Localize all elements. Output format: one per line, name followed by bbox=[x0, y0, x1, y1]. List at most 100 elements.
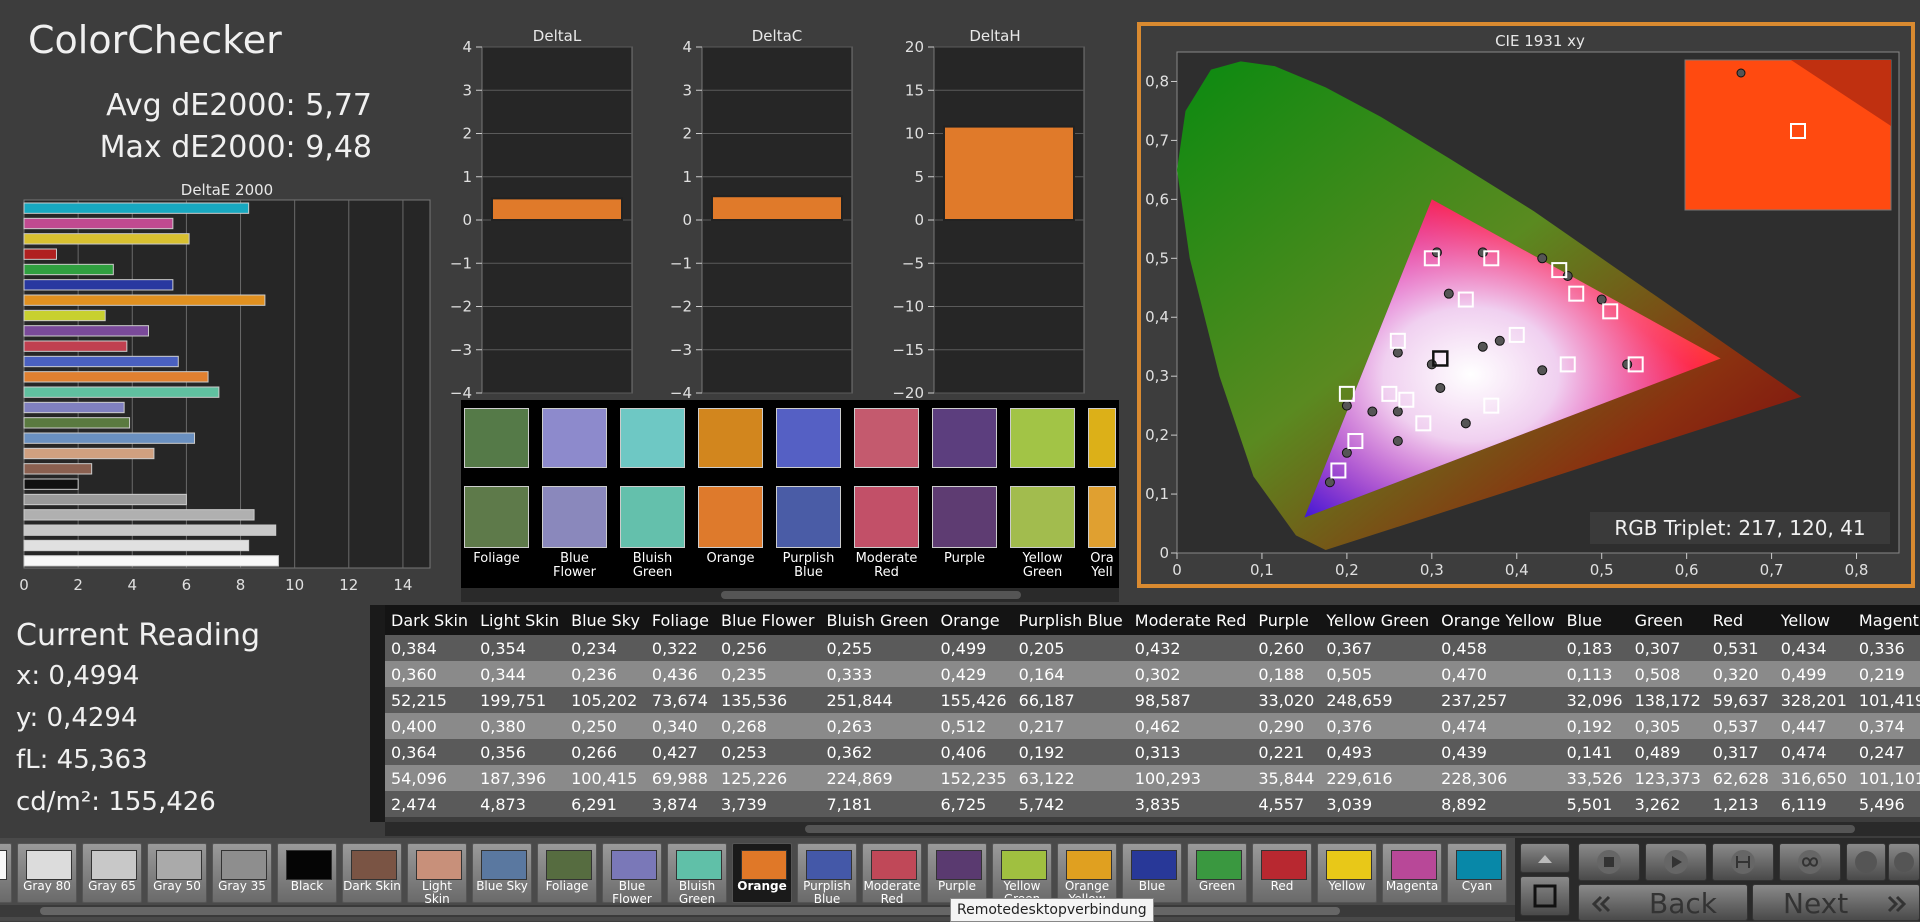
patch-button-gray-65[interactable]: Gray 65 bbox=[82, 843, 142, 903]
table-cell: 0,499 bbox=[934, 635, 1013, 661]
column-header[interactable]: Blue bbox=[1560, 605, 1629, 635]
swatch-scroll-thumb[interactable] bbox=[721, 591, 1021, 599]
patch-button-white[interactable] bbox=[0, 843, 12, 903]
delta-y-tick: −10 bbox=[892, 298, 924, 316]
measured-point bbox=[1341, 447, 1352, 458]
patch-swatch bbox=[156, 850, 202, 880]
column-header[interactable]: Yellow bbox=[1774, 605, 1853, 635]
patch-button-red[interactable]: Red bbox=[1252, 843, 1312, 903]
table-cell: 0,234 bbox=[565, 635, 646, 661]
patch-swatch bbox=[91, 850, 137, 880]
table-row: 0,360 0,344 0,236 0,436 0,235 0,333 0,429 0,164… bbox=[385, 661, 1920, 687]
table-cell: 66,187 bbox=[1012, 687, 1129, 713]
column-header[interactable]: Purple bbox=[1252, 605, 1321, 635]
patch-swatch bbox=[676, 850, 722, 880]
column-header[interactable]: Light Skin bbox=[474, 605, 566, 635]
patch-button-black[interactable]: Black bbox=[277, 843, 337, 903]
patch-button-blue-flower[interactable]: Blue Flower bbox=[602, 843, 662, 906]
patch-button-moderate-red[interactable]: Moderate Red bbox=[862, 843, 922, 906]
next-button[interactable]: Next bbox=[1752, 884, 1920, 921]
patch-button-light-skin[interactable]: Light Skin bbox=[407, 843, 467, 906]
table-cell: 0,439 bbox=[1435, 739, 1561, 765]
column-header[interactable]: Foliage bbox=[645, 605, 716, 635]
table-row: 0,384 0,354 0,234 0,322 0,256 0,255 0,499 0,205… bbox=[385, 635, 1920, 661]
table-cell: 0,336 bbox=[1852, 635, 1920, 661]
loop-button[interactable] bbox=[1779, 843, 1841, 881]
column-header[interactable]: Orange bbox=[934, 605, 1013, 635]
rgb-triplet: RGB Triplet: 217, 120, 41 bbox=[1590, 512, 1890, 544]
refresh-button[interactable] bbox=[1846, 843, 1886, 881]
column-header[interactable]: Yellow Green bbox=[1320, 605, 1436, 635]
tooltip: Remotedesktopverbindung bbox=[950, 898, 1154, 922]
measured-point bbox=[1367, 406, 1378, 417]
check-button[interactable] bbox=[1888, 843, 1920, 881]
column-header[interactable]: Bluish Green bbox=[820, 605, 935, 635]
cie-x-tick: 0,4 bbox=[1505, 561, 1529, 579]
patch-button-blue-sky[interactable]: Blue Sky bbox=[472, 843, 532, 903]
play-button[interactable] bbox=[1645, 843, 1707, 881]
patch-swatch bbox=[741, 850, 787, 880]
patch-swatch bbox=[936, 850, 982, 880]
patch-label: Foliage bbox=[545, 879, 589, 893]
table-cell: 0,253 bbox=[715, 739, 821, 765]
swatch-scrollbar[interactable] bbox=[461, 588, 1119, 602]
swatch-measured bbox=[854, 486, 919, 548]
table-cell: 0,470 bbox=[1435, 661, 1561, 687]
deltae-x-tick: 4 bbox=[127, 576, 137, 594]
patch-button-purple[interactable]: Purple bbox=[927, 843, 987, 903]
table-cell: 8,892 bbox=[1435, 791, 1561, 817]
patch-button-yellow[interactable]: Yellow bbox=[1317, 843, 1377, 903]
cie-x-tick: 0,1 bbox=[1250, 561, 1274, 579]
table-cell: 0,537 bbox=[1706, 713, 1775, 739]
stop-toggle-button[interactable] bbox=[1520, 876, 1570, 916]
table-cell: 0,164 bbox=[1012, 661, 1129, 687]
max-de-stat: Max dE2000: 9,48 bbox=[99, 130, 372, 165]
patch-scrollbar[interactable] bbox=[0, 905, 1515, 917]
patch-button-magenta[interactable]: Magenta bbox=[1382, 843, 1442, 903]
table-cell: 251,844 bbox=[820, 687, 935, 713]
patch-label: Blue Sky bbox=[476, 879, 528, 893]
patch-button-yellow-green[interactable]: Yellow Green bbox=[992, 843, 1052, 906]
column-header[interactable]: Moderate Red bbox=[1128, 605, 1253, 635]
patch-button-foliage[interactable]: Foliage bbox=[537, 843, 597, 903]
table-cell: 0,192 bbox=[1012, 739, 1129, 765]
patch-button-green[interactable]: Green bbox=[1187, 843, 1247, 903]
column-header[interactable]: Red bbox=[1706, 605, 1775, 635]
patch-button-gray-35[interactable]: Gray 35 bbox=[212, 843, 272, 903]
patch-button-cyan[interactable]: Cyan bbox=[1447, 843, 1507, 903]
patch-swatch bbox=[221, 850, 267, 880]
column-header[interactable]: Blue Flower bbox=[715, 605, 821, 635]
swatch-label: Moderate Red bbox=[848, 552, 925, 580]
back-button[interactable]: Back bbox=[1578, 884, 1748, 921]
table-cell: 0,317 bbox=[1706, 739, 1775, 765]
patch-button-gray-80[interactable]: Gray 80 bbox=[17, 843, 77, 903]
patch-button-gray-50[interactable]: Gray 50 bbox=[147, 843, 207, 903]
delta-y-tick: 3 bbox=[462, 81, 472, 99]
swatch-target bbox=[620, 408, 685, 468]
table-cell: 0,376 bbox=[1320, 713, 1436, 739]
table-scrollbar[interactable] bbox=[385, 822, 1920, 836]
column-header[interactable]: Dark Skin bbox=[385, 605, 475, 635]
deltae-bar bbox=[23, 325, 150, 337]
stop-button[interactable] bbox=[1578, 843, 1640, 881]
scroll-up-button[interactable] bbox=[1520, 843, 1570, 873]
table-cell: 101,101 bbox=[1852, 765, 1920, 791]
patch-button-purplish-blue[interactable]: Purplish Blue bbox=[797, 843, 857, 906]
patch-button-blue[interactable]: Blue bbox=[1122, 843, 1182, 903]
table-scroll-thumb[interactable] bbox=[805, 825, 1855, 833]
column-header[interactable]: Magenta bbox=[1852, 605, 1920, 635]
patch-button-orange-yellow[interactable]: Orange Yellow bbox=[1057, 843, 1117, 906]
column-header[interactable]: Blue Sky bbox=[565, 605, 646, 635]
delta-y-tick: 1 bbox=[462, 168, 472, 186]
patch-button-bluish-green[interactable]: Bluish Green bbox=[667, 843, 727, 906]
column-header[interactable]: Purplish Blue bbox=[1012, 605, 1129, 635]
range-button[interactable] bbox=[1712, 843, 1774, 881]
table-cell: 73,674 bbox=[645, 687, 716, 713]
patch-button-orange[interactable]: Orange bbox=[732, 843, 792, 903]
column-header[interactable]: Green bbox=[1628, 605, 1707, 635]
column-header[interactable]: Orange Yellow bbox=[1435, 605, 1561, 635]
table-cell: 6,119 bbox=[1774, 791, 1853, 817]
reading-y: y: 0,4294 bbox=[16, 703, 138, 733]
patch-button-dark-skin[interactable]: Dark Skin bbox=[342, 843, 402, 903]
cie-y-tick: 0,3 bbox=[1145, 367, 1169, 385]
